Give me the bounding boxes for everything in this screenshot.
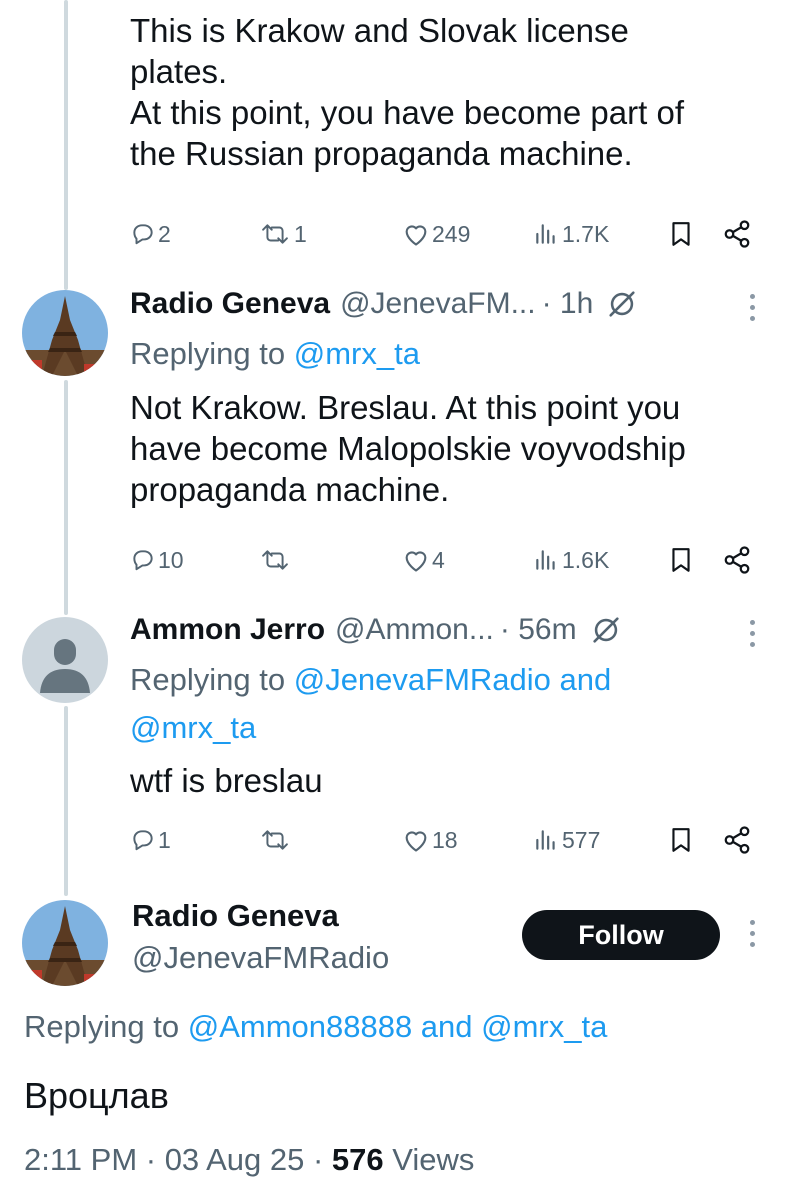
avatar[interactable] [22, 617, 108, 703]
replying-prefix: Replying to [130, 662, 294, 697]
tweet-actions: 2 1 249 1.7K [130, 214, 770, 254]
retweet-icon [262, 550, 288, 570]
like-icon [405, 551, 427, 572]
retweet-button[interactable] [258, 820, 294, 860]
views-button[interactable]: 1.7K [532, 214, 609, 254]
tweet-time[interactable]: · 56m [500, 613, 577, 647]
display-name[interactable]: Radio Geneva [130, 287, 330, 321]
retweet-button[interactable]: 1 [258, 214, 307, 254]
thread-line [64, 380, 68, 615]
share-button[interactable] [722, 820, 752, 860]
retweet-icon [262, 830, 288, 850]
share-icon [724, 826, 750, 854]
replying-to: Replying to @mrx_ta [130, 334, 420, 374]
retweet-icon [262, 224, 288, 244]
tweet-header: Ammon Jerro @Ammon... · 56m [130, 608, 770, 652]
user-handle[interactable]: @Ammon... [335, 613, 494, 647]
replying-to: Replying to @JenevaFMRadio and [130, 660, 611, 700]
like-count: 249 [432, 220, 471, 247]
views-label: Views [383, 1142, 475, 1177]
grok-button[interactable] [589, 613, 623, 647]
avatar[interactable] [22, 900, 108, 986]
views-icon [536, 830, 555, 850]
reply-icon [133, 830, 153, 851]
mention-link[interactable]: @mrx_ta [294, 336, 420, 371]
tweet-actions: 1 18 577 [130, 820, 770, 860]
retweet-count: 1 [294, 220, 307, 247]
follow-button[interactable]: Follow [522, 910, 720, 960]
tweet-timestamp[interactable]: 2:11 PM · 03 Aug 25 · [24, 1142, 332, 1177]
tweet-text: Not Krakow. Breslau. At this point you h… [130, 389, 686, 508]
bookmark-button[interactable] [668, 540, 694, 580]
mention-link[interactable]: @mrx_ta [130, 710, 256, 745]
replying-prefix: Replying to [24, 1009, 188, 1044]
like-icon [405, 831, 427, 852]
replying-to-cont: @mrx_ta [130, 708, 256, 748]
like-count: 18 [432, 826, 458, 853]
replying-prefix: Replying to [130, 336, 294, 371]
like-icon [405, 225, 427, 246]
share-icon [724, 546, 750, 574]
like-button[interactable]: 4 [402, 540, 445, 580]
views-icon [536, 224, 555, 244]
tweet-header: Radio Geneva @JenevaFM... · 1h [130, 282, 770, 326]
user-handle[interactable]: @JenevaFM... [340, 287, 536, 321]
replying-to: Replying to @Ammon88888 and @mrx_ta [24, 1005, 607, 1049]
display-name[interactable]: Ammon Jerro [130, 613, 325, 647]
thread-line [64, 0, 68, 290]
views-count: 577 [562, 826, 601, 853]
reply-button[interactable]: 2 [130, 214, 171, 254]
grok-button[interactable] [605, 287, 639, 321]
views-button[interactable]: 1.6K [532, 540, 609, 580]
views-count: 1.7K [562, 220, 610, 247]
grok-icon [609, 291, 635, 317]
more-icon[interactable] [742, 614, 762, 654]
tweet-text: This is Krakow and Slovak license plates… [130, 12, 684, 172]
reply-icon [133, 550, 153, 571]
reply-count: 2 [158, 220, 171, 247]
like-count: 4 [432, 546, 445, 573]
more-icon[interactable] [742, 288, 762, 328]
tweet-meta: 2:11 PM · 03 Aug 25 · 576 Views [24, 1138, 474, 1182]
views-count: 576 [331, 1142, 384, 1177]
bookmark-icon [672, 828, 690, 852]
like-button[interactable]: 249 [402, 214, 470, 254]
views-count: 1.6K [562, 546, 610, 573]
display-name[interactable]: Radio Geneva [132, 898, 339, 934]
share-button[interactable] [722, 214, 752, 254]
share-button[interactable] [722, 540, 752, 580]
avatar[interactable] [22, 290, 108, 376]
more-icon[interactable] [742, 914, 762, 954]
user-handle[interactable]: @JenevaFMRadio [132, 940, 389, 976]
reply-count: 1 [158, 826, 171, 853]
mention-link[interactable]: @JenevaFMRadio and [294, 662, 612, 697]
bookmark-icon [672, 222, 690, 246]
views-icon [536, 550, 555, 570]
reply-icon [133, 224, 153, 245]
reply-button[interactable]: 10 [130, 540, 184, 580]
bookmark-icon [672, 548, 690, 572]
retweet-button[interactable] [258, 540, 294, 580]
tweet-actions: 10 4 1.6K [130, 540, 770, 580]
tweet-time[interactable]: · 1h [542, 287, 594, 321]
mention-link[interactable]: @Ammon88888 and @mrx_ta [188, 1009, 608, 1044]
tweet-text: Вроцлав [24, 1075, 169, 1116]
like-button[interactable]: 18 [402, 820, 458, 860]
grok-icon [592, 617, 619, 643]
bookmark-button[interactable] [668, 820, 694, 860]
thread-line [64, 706, 68, 896]
tweet-text: wtf is breslau [130, 762, 323, 799]
reply-button[interactable]: 1 [130, 820, 171, 860]
reply-count: 10 [158, 546, 184, 573]
share-icon [724, 220, 750, 248]
bookmark-button[interactable] [668, 214, 694, 254]
views-button[interactable]: 577 [532, 820, 600, 860]
